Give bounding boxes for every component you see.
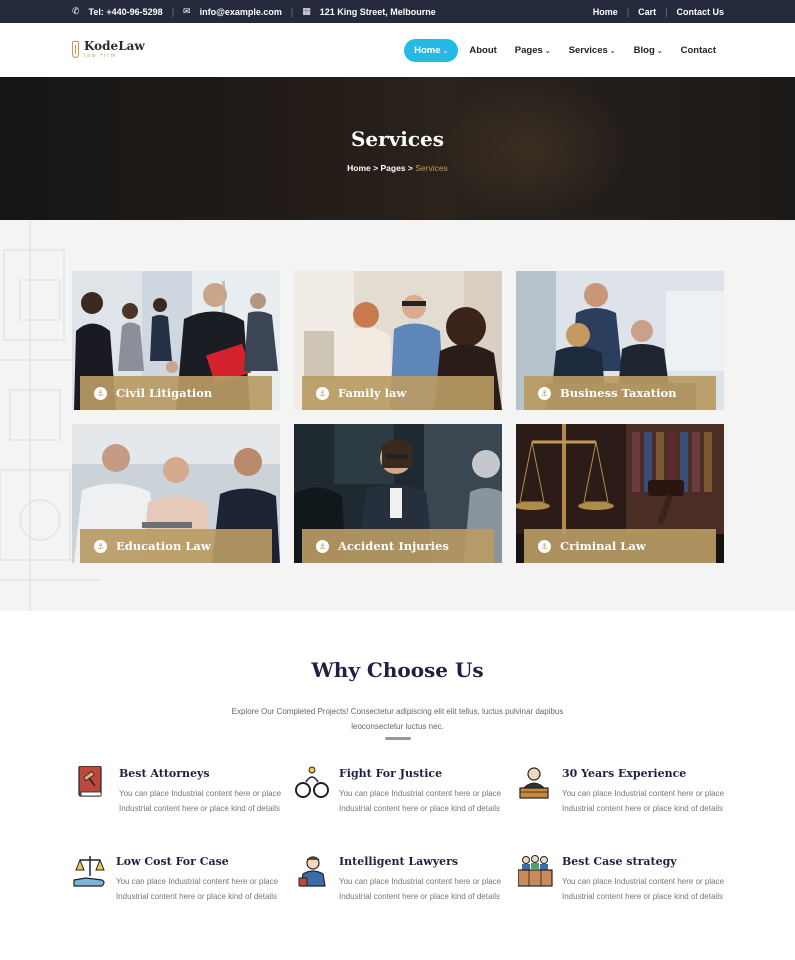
divider: | xyxy=(171,6,175,17)
service-label: ⚓ Business Taxation xyxy=(524,376,716,410)
description-line: leoconsectetur luctus nec. xyxy=(351,722,444,731)
main-nav: Home ⌄ About Pages ⌄ Services ⌄ Blog ⌄ Conta… xyxy=(404,39,723,62)
top-link-contact[interactable]: Contact Us xyxy=(676,7,724,17)
service-label: ⚓ Accident Injuries xyxy=(302,529,494,563)
service-title: Accident Injuries xyxy=(338,539,449,553)
service-card-accident-injuries[interactable]: ⚓ Accident Injuries xyxy=(294,424,502,563)
service-label: ⚓ Education Law xyxy=(80,529,272,563)
law-book-icon xyxy=(78,766,102,797)
breadcrumb-sep: > xyxy=(405,163,416,173)
anchor-icon: ⚓ xyxy=(94,386,107,400)
divider: | xyxy=(290,6,294,17)
nav-blog[interactable]: Blog ⌄ xyxy=(627,39,670,62)
nav-blog-label: Blog xyxy=(633,45,655,56)
phone-icon: ✆ xyxy=(72,6,80,16)
email-text[interactable]: info@example.com xyxy=(200,7,282,17)
top-link-cart[interactable]: Cart xyxy=(638,7,656,17)
feature-title: Best Attorneys xyxy=(119,767,210,780)
service-card-family-law[interactable]: ⚓ Family law xyxy=(294,271,502,410)
jury-icon xyxy=(518,855,553,887)
anchor-icon: ⚓ xyxy=(94,539,107,553)
feature-text: You can place Industrial content here or… xyxy=(339,877,502,901)
service-title: Education Law xyxy=(116,539,211,553)
anchor-icon: ⚓ xyxy=(538,386,551,400)
divider: | xyxy=(665,6,668,17)
feature-title: 30 Years Experience xyxy=(562,767,687,780)
handcuffs-icon xyxy=(295,766,329,798)
breadcrumb-home[interactable]: Home xyxy=(347,163,371,173)
services-section: ⚓ Civil Litigation ⚓ Family law ⚓ Busine… xyxy=(0,220,795,611)
feature-text: You can place Industrial content here or… xyxy=(339,789,502,813)
service-title: Civil Litigation xyxy=(116,386,213,400)
nav-services[interactable]: Services ⌄ xyxy=(562,39,623,62)
chevron-down-icon: ⌄ xyxy=(442,47,449,55)
scales-hand-icon xyxy=(73,856,105,887)
service-card-criminal-law[interactable]: ⚓ Criminal Law xyxy=(516,424,724,563)
top-bar: ✆ Tel: +440-96-5298 | ✉ info@example.com… xyxy=(0,0,795,23)
feature-title: Intelligent Lawyers xyxy=(339,855,459,868)
page-title: Services xyxy=(350,127,445,151)
breadcrumb-current: Services xyxy=(415,163,448,173)
anchor-icon: ⚓ xyxy=(538,539,551,553)
chevron-down-icon: ⌄ xyxy=(609,47,616,55)
service-label: ⚓ Civil Litigation xyxy=(80,376,272,410)
main-header: KodeLaw law firm Home ⌄ About Pages ⌄ Serv… xyxy=(0,23,795,77)
service-card-education-law[interactable]: ⚓ Education Law xyxy=(72,424,280,563)
anchor-icon: ⚓ xyxy=(316,386,329,400)
service-title: Family law xyxy=(338,386,407,400)
nav-pages-label: Pages xyxy=(514,45,543,56)
nav-about[interactable]: About xyxy=(462,39,503,62)
why-choose-title: Why Choose Us xyxy=(311,658,484,682)
top-link-home[interactable]: Home xyxy=(593,7,618,17)
logo-subtitle: law firm xyxy=(84,53,118,59)
feature-title: Low Cost For Case xyxy=(116,855,229,868)
feature-title: Best Case strategy xyxy=(562,855,677,868)
phone-text: Tel: +440-96-5298 xyxy=(88,6,163,17)
page-banner: Services Home > Pages > Services xyxy=(0,77,795,220)
breadcrumb-pages[interactable]: Pages xyxy=(380,163,405,173)
nav-about-label: About xyxy=(469,45,497,56)
feature-text: You can place Industrial content here or… xyxy=(116,877,279,901)
description-line: Explore Our Completed Projects! Consecte… xyxy=(231,707,564,716)
nav-contact-label: Contact xyxy=(680,45,716,56)
nav-contact[interactable]: Contact xyxy=(674,39,723,62)
site-logo[interactable]: KodeLaw law firm xyxy=(72,40,145,60)
breadcrumb: Home > Pages > Services xyxy=(0,163,795,173)
anchor-icon: ⚓ xyxy=(316,539,329,553)
address-text: 121 King Street, Melbourne xyxy=(319,6,436,17)
service-card-civil-litigation[interactable]: ⚓ Civil Litigation xyxy=(72,271,280,410)
feature-text: You can place Industrial content here or… xyxy=(562,789,725,813)
divider: | xyxy=(626,6,630,17)
chevron-down-icon: ⌄ xyxy=(656,47,663,55)
judge-icon xyxy=(519,767,549,799)
service-label: ⚓ Family law xyxy=(302,376,494,410)
service-label: ⚓ Criminal Law xyxy=(524,529,716,563)
title-underline xyxy=(385,737,411,740)
feature-text: You can place Industrial content here or… xyxy=(119,789,282,813)
feature-title: Fight For Justice xyxy=(339,767,443,780)
feature-text: You can place Industrial content here or… xyxy=(562,877,725,901)
mail-icon: ✉ xyxy=(183,6,191,16)
lawyer-icon xyxy=(298,856,326,887)
nav-services-label: Services xyxy=(568,45,608,56)
service-card-business-taxation[interactable]: ⚓ Business Taxation xyxy=(516,271,724,410)
nav-pages[interactable]: Pages ⌄ xyxy=(508,39,558,62)
top-links: Home | Cart | Contact Us xyxy=(593,0,724,23)
pen-logo-icon xyxy=(72,41,79,58)
contact-info: ✆ Tel: +440-96-5298 | ✉ info@example.com… xyxy=(72,0,436,23)
why-choose-description: Explore Our Completed Projects! Consecte… xyxy=(205,704,590,734)
map-icon: ▦ xyxy=(302,6,311,16)
logo-text: KodeLaw xyxy=(84,39,145,53)
nav-home-label: Home xyxy=(414,45,441,56)
service-title: Business Taxation xyxy=(560,386,677,400)
chevron-down-icon: ⌄ xyxy=(544,47,551,55)
nav-home[interactable]: Home ⌄ xyxy=(404,39,459,62)
service-title: Criminal Law xyxy=(560,539,646,553)
